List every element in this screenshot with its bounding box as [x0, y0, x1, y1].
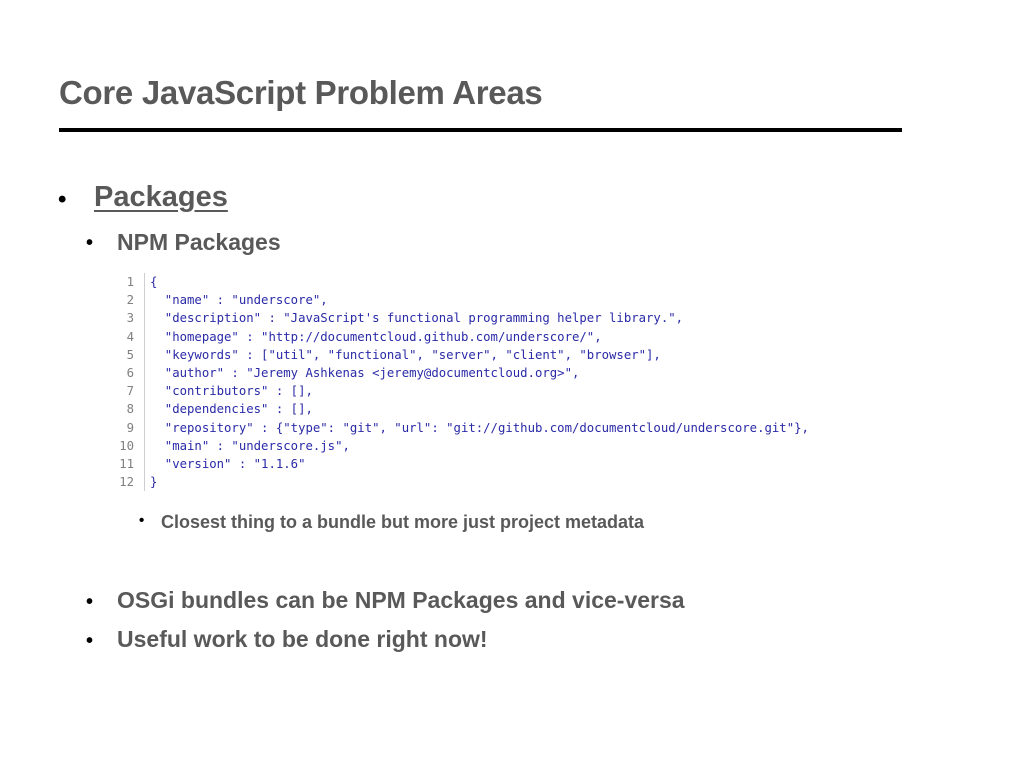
title-underline — [59, 128, 902, 132]
line-number: 8 — [126, 402, 134, 417]
code-gutter — [144, 273, 145, 292]
code-text: "name" : "underscore", — [150, 293, 328, 308]
code-text: } — [150, 475, 158, 490]
packages-link[interactable]: Packages — [94, 181, 228, 214]
code-text: "contributors" : [], — [150, 384, 313, 399]
code-text: "keywords" : ["util", "functional", "ser… — [150, 347, 661, 362]
code-gutter — [144, 327, 145, 346]
line-number: 12 — [119, 475, 134, 490]
bullet-closest-thing: • — [139, 512, 145, 529]
slide-title: Core JavaScript Problem Areas — [59, 74, 543, 111]
code-gutter — [144, 309, 145, 328]
line-number: 6 — [126, 365, 134, 380]
useful-work-text: Useful work to be done right now! — [117, 626, 488, 652]
line-number: 9 — [126, 420, 134, 435]
code-line: 3 "description" : "JavaScript's function… — [118, 309, 918, 328]
line-number: 10 — [119, 438, 134, 453]
code-line: 4 "homepage" : "http://documentcloud.git… — [118, 327, 918, 346]
code-text: "dependencies" : [], — [150, 402, 313, 417]
code-gutter — [144, 454, 145, 474]
line-number: 7 — [126, 384, 134, 399]
bullet-useful-work: • — [86, 630, 94, 652]
osgi-bundles-text: OSGi bundles can be NPM Packages and vic… — [117, 587, 685, 613]
code-line: 8 "dependencies" : [], — [118, 400, 918, 419]
code-gutter — [144, 400, 145, 419]
bullet-packages: • — [58, 186, 67, 213]
code-line: 11 "version" : "1.1.6" — [118, 454, 918, 474]
code-gutter — [144, 436, 145, 455]
bullet-osgi-bundles: • — [86, 591, 94, 613]
code-gutter — [144, 418, 145, 437]
line-number: 1 — [126, 275, 134, 289]
line-number: 2 — [126, 293, 134, 308]
closest-thing-text: Closest thing to a bundle but more just … — [161, 512, 645, 532]
code-gutter — [144, 382, 145, 401]
code-text: "main" : "underscore.js", — [150, 438, 350, 453]
code-text: "repository" : {"type": "git", "url": "g… — [150, 420, 809, 435]
code-line: 7 "contributors" : [], — [118, 382, 918, 401]
line-number: 3 — [126, 311, 134, 326]
line-number: 11 — [119, 456, 134, 471]
line-number: 5 — [126, 347, 134, 362]
code-text: "description" : "JavaScript's functional… — [150, 311, 684, 326]
code-text: "version" : "1.1.6" — [150, 456, 306, 471]
code-text: "author" : "Jeremy Ashkenas <jeremy@docu… — [150, 365, 580, 380]
code-line: 9 "repository" : {"type": "git", "url": … — [118, 418, 918, 437]
bullet-npm-packages: • — [86, 232, 94, 254]
code-line: 10 "main" : "underscore.js", — [118, 436, 918, 455]
code-gutter — [144, 345, 145, 364]
code-line: 1{ — [118, 273, 918, 292]
code-line: 5 "keywords" : ["util", "functional", "s… — [118, 345, 918, 364]
package-json-code: 1{ 2 "name" : "underscore", 3 "descripti… — [118, 273, 918, 492]
code-gutter — [144, 291, 145, 310]
npm-packages-text: NPM Packages — [117, 229, 281, 255]
code-line: 12} — [118, 473, 918, 492]
code-line: 2 "name" : "underscore", — [118, 291, 918, 310]
code-text: "homepage" : "http://documentcloud.githu… — [150, 329, 602, 344]
code-gutter — [144, 473, 145, 492]
code-gutter — [144, 363, 145, 383]
code-line: 6 "author" : "Jeremy Ashkenas <jeremy@do… — [118, 363, 918, 383]
line-number: 4 — [126, 329, 134, 344]
code-text: { — [150, 275, 158, 289]
